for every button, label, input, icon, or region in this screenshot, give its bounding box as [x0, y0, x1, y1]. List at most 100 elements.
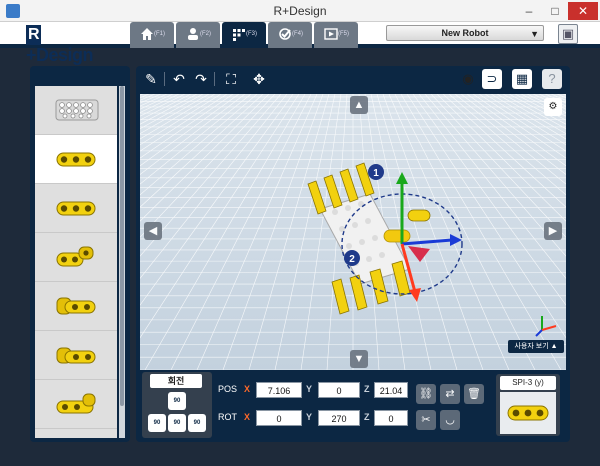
- part-item-link-side[interactable]: [35, 331, 117, 380]
- rotation-panel: 회전 90 90 90 90: [142, 372, 212, 438]
- y-axis-label: Y: [306, 384, 313, 394]
- position-row: POS X 7.106 Y 0 Z 21.04: [216, 380, 408, 402]
- rot-x-input[interactable]: 0: [256, 410, 302, 426]
- x-axis-label: X: [244, 412, 251, 422]
- rot-z-input[interactable]: 0: [374, 410, 408, 426]
- maximize-button[interactable]: □: [544, 2, 566, 20]
- help-button[interactable]: ?: [542, 69, 562, 89]
- focus-icon: ⛶: [226, 71, 236, 87]
- scrollbar-thumb[interactable]: [120, 86, 124, 406]
- rotate-y-90-button[interactable]: 90: [168, 392, 186, 410]
- pan-right-button[interactable]: ▶: [544, 222, 562, 240]
- coordinate-panel: POS X 7.106 Y 0 Z 21.04 ROT X 0 Y 270 Z …: [216, 380, 408, 436]
- delete-button[interactable]: 🗑: [464, 384, 484, 404]
- pos-y-input[interactable]: 0: [318, 382, 360, 398]
- tab-play[interactable]: (F5): [314, 22, 358, 48]
- pan-down-button[interactable]: ▼: [350, 350, 368, 368]
- logo: R+Design: [26, 25, 94, 65]
- eye-button[interactable]: ◉: [458, 69, 478, 89]
- user-view-button[interactable]: 사용자 보기 ▲: [508, 340, 564, 353]
- part-item-link-bent[interactable]: [35, 233, 117, 282]
- help-icon: ?: [548, 71, 556, 86]
- grid-toggle-button[interactable]: ▦: [512, 69, 532, 89]
- camera-info-button[interactable]: ⚙: [544, 98, 562, 116]
- link-corner-part-icon: [56, 393, 96, 414]
- x-axis-label: X: [244, 384, 251, 394]
- grid-icon: [233, 29, 245, 41]
- expand-icon: ✥: [253, 71, 265, 87]
- status-band: [0, 448, 600, 466]
- rot-label: ROT: [218, 412, 237, 422]
- part-actions: ⛓ ⇄ 🗑 ✂ ◡: [416, 384, 486, 434]
- detach-button[interactable]: ✂: [416, 410, 436, 430]
- pan-left-button[interactable]: ◀: [144, 222, 162, 240]
- magnet-button[interactable]: ⊃: [482, 69, 502, 89]
- 3d-viewport[interactable]: 1 2 ▲ ▼ ◀ ▶ ⚙ 사용자 보기 ▲: [140, 94, 566, 370]
- tab-assembly-person[interactable]: (F2): [176, 22, 220, 48]
- minimize-button[interactable]: –: [518, 2, 540, 20]
- fit-view-button[interactable]: ⛶: [222, 70, 240, 88]
- rotate-w-90-button[interactable]: 90: [188, 414, 206, 432]
- undo-icon: ↶: [173, 71, 185, 87]
- tab-check[interactable]: (F4): [268, 22, 312, 48]
- unlink-icon: ✂: [421, 414, 431, 426]
- parts-list: [35, 86, 117, 438]
- part-item-extra[interactable]: [35, 429, 117, 438]
- home-icon: [141, 28, 153, 40]
- trash-icon: 🗑: [467, 388, 481, 400]
- rotate-z-90-button[interactable]: 90: [168, 414, 186, 432]
- hide-button[interactable]: ◡: [440, 410, 460, 430]
- z-axis-label: Z: [364, 384, 370, 394]
- person-icon: [188, 28, 198, 40]
- add-part-button[interactable]: ✎: [142, 70, 160, 88]
- rotate-x-90-button[interactable]: 90: [148, 414, 166, 432]
- grid-icon: ▦: [515, 71, 529, 86]
- pos-x-input[interactable]: 7.106: [256, 382, 302, 398]
- link-part-icon: [56, 201, 96, 216]
- redo-button[interactable]: ↷: [192, 70, 210, 88]
- swap-button[interactable]: ⇄: [440, 384, 460, 404]
- close-button[interactable]: ✕: [568, 2, 598, 20]
- wrench-plus-icon: ✎: [145, 71, 157, 87]
- part-item-link-3[interactable]: [35, 135, 117, 184]
- rotation-title: 회전: [150, 374, 202, 388]
- link-side-part-icon: [56, 347, 96, 364]
- camera-info-icon: ⚙: [548, 101, 558, 112]
- part-item-link-corner[interactable]: [35, 380, 117, 429]
- robot-model[interactable]: 1 2: [290, 154, 480, 324]
- main-tabs: (F1) (F2) (F3) (F4) (F5): [130, 22, 360, 48]
- part-item-link-3b[interactable]: [35, 184, 117, 233]
- pos-z-input[interactable]: 21.04: [374, 382, 408, 398]
- save-button[interactable]: ▣: [558, 24, 578, 44]
- rot-y-input[interactable]: 270: [318, 410, 360, 426]
- rotation-row: ROT X 0 Y 270 Z 0: [216, 408, 408, 430]
- selected-part-name: SPI-3 (y): [500, 376, 556, 390]
- marker-1[interactable]: 1: [373, 168, 379, 179]
- eye-icon: ◉: [462, 71, 474, 86]
- marker-2[interactable]: 2: [349, 254, 355, 265]
- selected-part-preview: [500, 392, 556, 434]
- pos-label: POS: [218, 384, 238, 394]
- play-icon: [324, 28, 338, 40]
- chevron-down-icon: ▼: [530, 29, 539, 39]
- tab-parts[interactable]: (F3): [222, 22, 266, 48]
- zoom-extent-button[interactable]: ✥: [250, 70, 268, 88]
- chevron-right-icon: ▶: [548, 225, 558, 237]
- view-toolbar: ✎ ↶ ↷ ⛶ ✥ ◉ ⊃ ▦ ?: [136, 66, 570, 92]
- attach-button[interactable]: ⛓: [416, 384, 436, 404]
- part-item-plate[interactable]: [35, 86, 117, 135]
- pan-up-button[interactable]: ▲: [350, 96, 368, 114]
- undo-button[interactable]: ↶: [170, 70, 188, 88]
- app-header: R+Design (F1) (F2) (F3) (F4) (F5) New Ro…: [0, 22, 600, 65]
- toolbar-divider: [214, 72, 215, 86]
- robot-select-value: New Robot: [441, 28, 489, 38]
- redo-icon: ↷: [195, 71, 207, 87]
- parts-scrollbar[interactable]: [119, 86, 125, 438]
- robot-select[interactable]: New Robot ▼: [386, 25, 544, 41]
- toolbar-divider: [164, 72, 165, 86]
- part-item-link-elbow[interactable]: [35, 282, 117, 331]
- plate-part-icon: [55, 99, 99, 121]
- tab-home[interactable]: (F1): [130, 22, 174, 48]
- floppy-icon: ▣: [561, 26, 575, 41]
- axis-indicator: [535, 316, 557, 337]
